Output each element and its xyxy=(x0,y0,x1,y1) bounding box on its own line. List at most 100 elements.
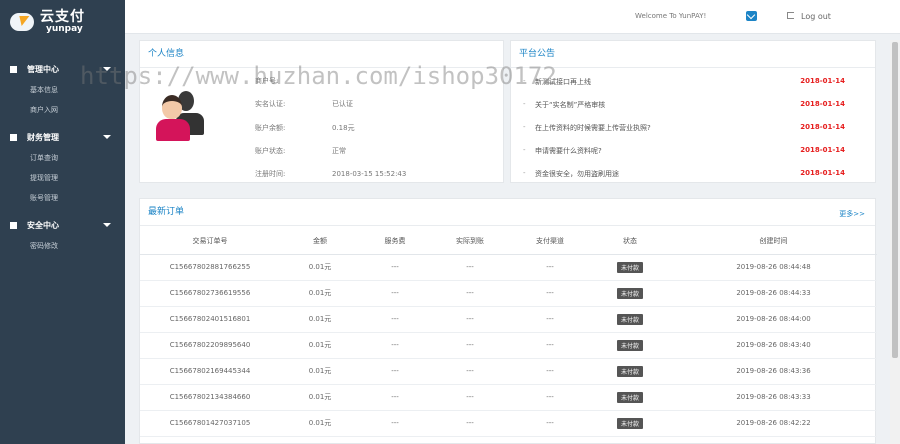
sidebar-item-account[interactable]: 账号管理 xyxy=(0,188,125,208)
fee: --- xyxy=(360,358,430,385)
info-value: 已认证 xyxy=(332,100,353,108)
order-id: C15667801427037105 xyxy=(140,410,280,437)
created-time: 2019-08-26 08:44:48 xyxy=(670,254,877,281)
fee: --- xyxy=(360,280,430,307)
created-time: 2019-08-26 08:44:00 xyxy=(670,306,877,333)
brand-name: 云支付 xyxy=(40,9,85,25)
personal-info-panel: 个人信息 商户号: 实名认证: 已认证 账户余额: 0.18元 账户状态: 正常 注册… xyxy=(139,40,504,183)
column-header: 实际到账 xyxy=(430,228,510,255)
fee: --- xyxy=(360,306,430,333)
table-row: C15667802169445344 0.01元 --- --- --- 未付款… xyxy=(140,358,877,385)
orders-table: 交易订单号 金额 服务费 实际到账 支付渠道 状态 创建时间 C15667802… xyxy=(140,228,877,437)
notice-title[interactable]: 申请需要什么资料呢? xyxy=(535,146,800,156)
menu-group-security[interactable]: 安全中心 xyxy=(0,214,125,236)
status-badge: 未付款 xyxy=(616,313,643,325)
column-header: 服务费 xyxy=(360,228,430,255)
notice-title[interactable]: 新测试接口再上线 xyxy=(535,77,800,87)
logout-link[interactable]: Log out xyxy=(801,12,831,21)
grid-icon xyxy=(10,133,17,141)
info-value: 正常 xyxy=(332,147,346,155)
created-time: 2019-08-26 08:44:33 xyxy=(670,280,877,307)
notice-item[interactable]: - 新测试接口再上线 2018-01-14 xyxy=(523,77,845,87)
actual: --- xyxy=(430,410,510,437)
channel: --- xyxy=(510,306,590,333)
sidebar-item-withdraw[interactable]: 提现管理 xyxy=(0,168,125,188)
channel: --- xyxy=(510,332,590,359)
info-label: 注册时间: xyxy=(255,170,286,178)
sidebar-item-basic-info[interactable]: 基本信息 xyxy=(0,80,125,100)
notice-title[interactable]: 在上传资料的时候需要上传营业执照? xyxy=(535,123,800,133)
status-badge: 未付款 xyxy=(616,391,643,403)
channel: --- xyxy=(510,358,590,385)
info-row: 账户状态: 正常 xyxy=(255,146,346,156)
notice-panel: 平台公告 - 新测试接口再上线 2018-01-14 - 关于“实名制”严格审核 201… xyxy=(510,40,876,183)
brand-logo[interactable]: 云支付 yunpay xyxy=(0,0,125,44)
chevron-down-icon xyxy=(103,135,111,139)
brand-sub: yunpay xyxy=(46,24,83,34)
notice-date: 2018-01-14 xyxy=(800,77,845,85)
notice-date: 2018-01-14 xyxy=(800,123,845,131)
status-badge: 未付款 xyxy=(616,261,643,273)
actual: --- xyxy=(430,306,510,333)
order-id: C15667802209895640 xyxy=(140,332,280,359)
order-id: C15667802401516801 xyxy=(140,306,280,333)
order-id: C15667802169445344 xyxy=(140,358,280,385)
panel-title: 平台公告 xyxy=(511,41,875,68)
fee: --- xyxy=(360,384,430,411)
channel: --- xyxy=(510,254,590,281)
menu-group-title: 管理中心 xyxy=(27,64,59,74)
column-header: 创建时间 xyxy=(670,228,877,255)
amount: 0.01元 xyxy=(280,358,360,385)
notice-item[interactable]: - 申请需要什么资料呢? 2018-01-14 xyxy=(523,146,845,156)
notice-date: 2018-01-14 xyxy=(800,169,845,177)
status-badge: 未付款 xyxy=(616,287,643,299)
column-header: 交易订单号 xyxy=(140,228,280,255)
sidebar-item-password[interactable]: 密码修改 xyxy=(0,236,125,256)
sidebar: 云支付 yunpay 管理中心 基本信息 商户入网 财务管理 订单查询 提现管理… xyxy=(0,0,125,444)
sidebar-item-order-query[interactable]: 订单查询 xyxy=(0,148,125,168)
info-label: 商户号: xyxy=(255,77,279,85)
table-row: C15667802401516801 0.01元 --- --- --- 未付款… xyxy=(140,306,877,333)
amount: 0.01元 xyxy=(280,332,360,359)
column-header: 状态 xyxy=(590,228,670,255)
grid-icon xyxy=(10,221,17,229)
notice-title[interactable]: 资金很安全，勿用盗刷用途 xyxy=(535,169,800,179)
notice-title[interactable]: 关于“实名制”严格审核 xyxy=(535,100,800,110)
notice-item[interactable]: - 关于“实名制”严格审核 2018-01-14 xyxy=(523,100,845,110)
created-time: 2019-08-26 08:43:36 xyxy=(670,358,877,385)
channel: --- xyxy=(510,384,590,411)
fee: --- xyxy=(360,410,430,437)
created-time: 2019-08-26 08:43:40 xyxy=(670,332,877,359)
created-time: 2019-08-26 08:43:33 xyxy=(670,384,877,411)
order-id: C15667802134384660 xyxy=(140,384,280,411)
column-header: 金额 xyxy=(280,228,360,255)
created-time: 2019-08-26 08:42:22 xyxy=(670,410,877,437)
notice-date: 2018-01-14 xyxy=(800,146,845,154)
status-badge: 未付款 xyxy=(616,365,643,377)
actual: --- xyxy=(430,384,510,411)
menu-group-finance[interactable]: 财务管理 xyxy=(0,126,125,148)
logout-icon[interactable] xyxy=(787,12,794,19)
table-row: C15667801427037105 0.01元 --- --- --- 未付款… xyxy=(140,410,877,437)
info-row: 实名认证: 已认证 xyxy=(255,99,353,109)
menu-group-manage[interactable]: 管理中心 xyxy=(0,58,125,80)
user-avatar-icon xyxy=(154,89,210,145)
notice-date: 2018-01-14 xyxy=(800,100,845,108)
info-row: 注册时间: 2018-03-15 15:52:43 xyxy=(255,169,406,179)
info-label: 账户余额: xyxy=(255,124,286,132)
order-id: C15667802881766255 xyxy=(140,254,280,281)
chevron-down-icon xyxy=(103,67,111,71)
notice-item[interactable]: - 资金很安全，勿用盗刷用途 2018-01-14 xyxy=(523,169,845,179)
mail-icon[interactable] xyxy=(746,11,757,21)
table-row: C15667802736619556 0.01元 --- --- --- 未付款… xyxy=(140,280,877,307)
menu-group-title: 财务管理 xyxy=(27,132,59,142)
sidebar-item-merchant-join[interactable]: 商户入网 xyxy=(0,100,125,120)
amount: 0.01元 xyxy=(280,384,360,411)
info-row: 商户号: xyxy=(255,76,332,86)
notice-item[interactable]: - 在上传资料的时候需要上传营业执照? 2018-01-14 xyxy=(523,123,845,133)
table-header-row: 交易订单号 金额 服务费 实际到账 支付渠道 状态 创建时间 xyxy=(140,228,877,255)
scrollbar-thumb[interactable] xyxy=(892,42,898,358)
order-id: C15667802736619556 xyxy=(140,280,280,307)
more-link[interactable]: 更多>> xyxy=(839,209,865,219)
info-value: 0.18元 xyxy=(332,124,355,132)
